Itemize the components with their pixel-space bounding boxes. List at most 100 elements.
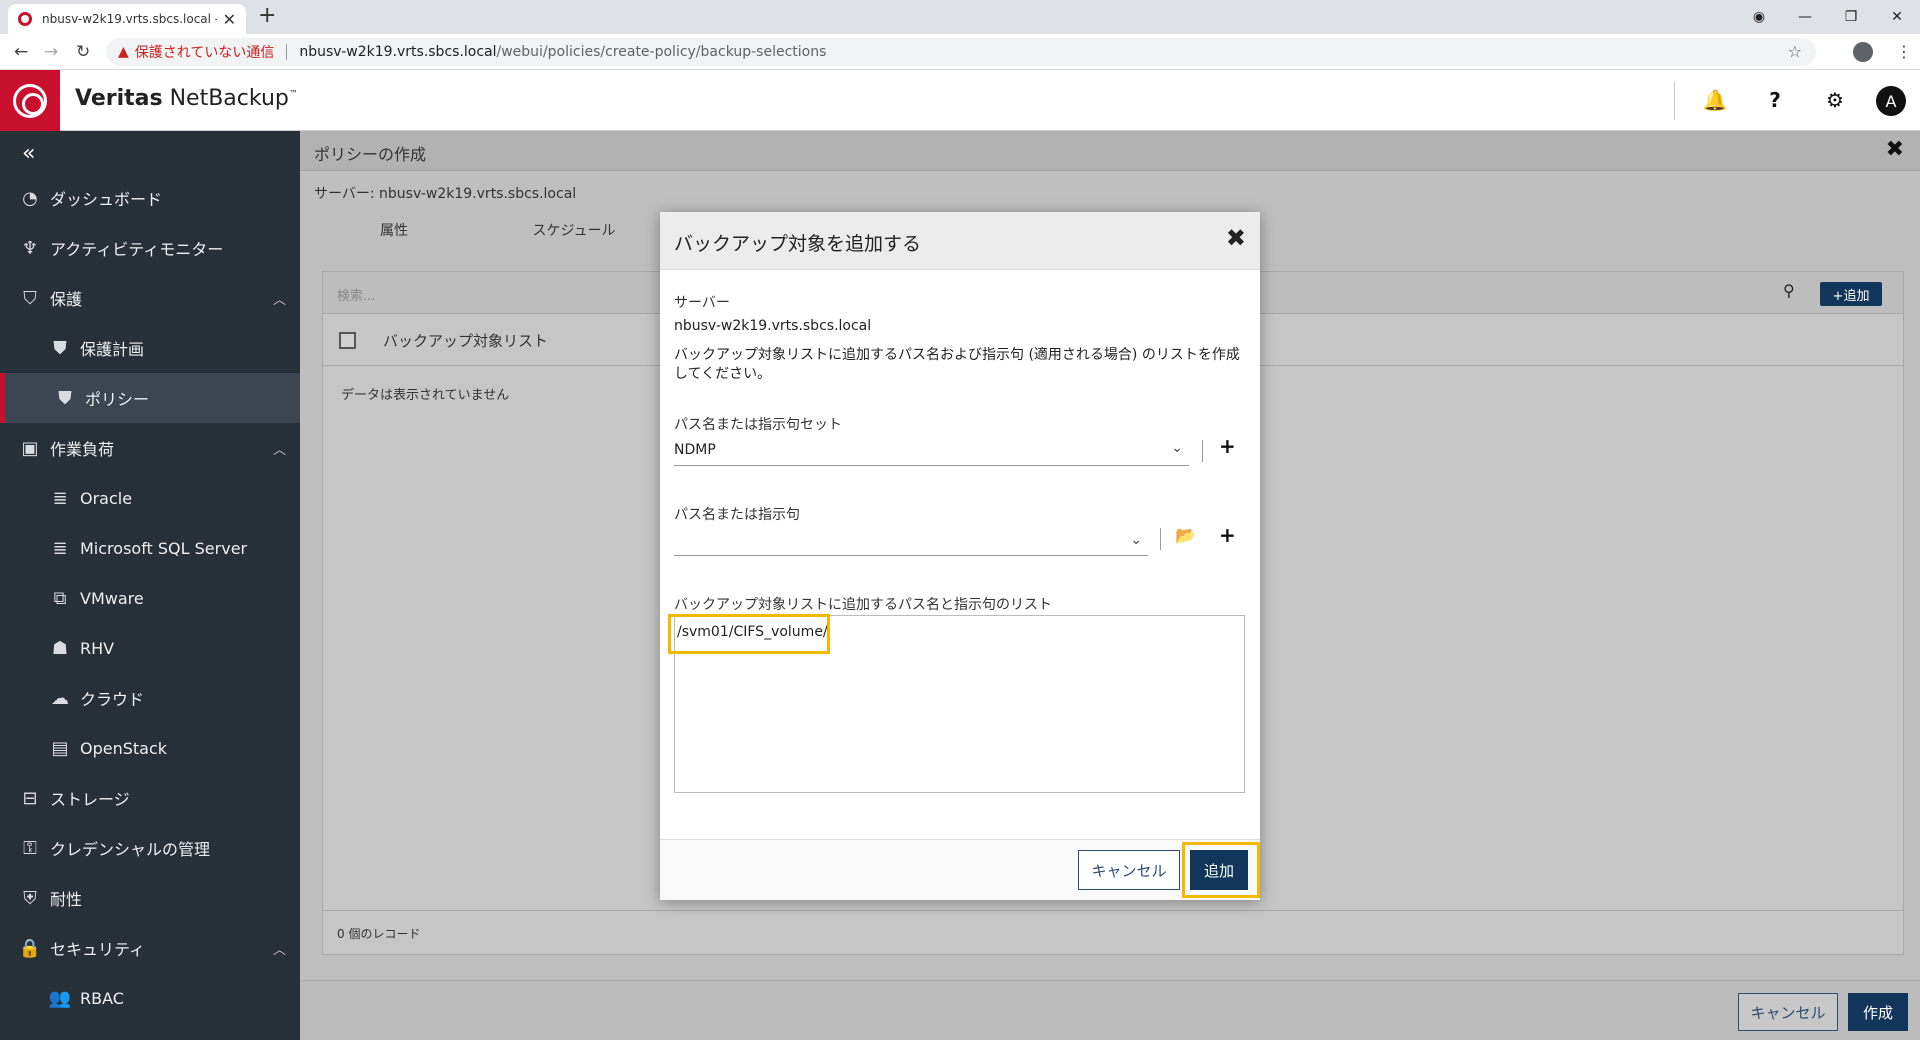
sidebar-item-cloud[interactable]: ☁ クラウド [0, 673, 300, 723]
chevron-up-icon: ︿ [272, 442, 286, 458]
sidebar-item-label: OpenStack [80, 738, 168, 758]
search-icon[interactable]: ⚲ [1783, 281, 1795, 300]
new-tab-button[interactable]: + [258, 3, 276, 28]
database-icon: ≣ [52, 487, 68, 509]
highlight-path-entry [668, 614, 830, 654]
sidebar-item-label: ポリシー [85, 390, 150, 409]
card-footer: 0 個のレコード [323, 910, 1903, 954]
sidebar-item-credentials[interactable]: ⚿ クレデンシャルの管理 [0, 823, 300, 873]
insecure-label[interactable]: 保護されていない通信 [135, 42, 275, 62]
server-line: サーバー: nbusv-w2k19.vrts.sbcs.local [314, 183, 576, 203]
sidebar-item-vmware[interactable]: ⧉ VMware [0, 573, 300, 623]
sidebar-item-policies[interactable]: ⛊ ポリシー [0, 373, 300, 423]
collapse-sidebar-icon[interactable]: « [22, 141, 35, 166]
search-input[interactable]: 検索... [337, 285, 375, 304]
close-tab-icon[interactable]: ✕ [223, 10, 236, 29]
sidebar-item-label: ダッシュボード [50, 190, 163, 209]
warning-triangle-icon: ▲ [118, 44, 129, 60]
directive-select[interactable]: ⌄ [674, 526, 1148, 556]
sidebar-item-dashboard[interactable]: ◔ ダッシュボード [0, 173, 300, 223]
sidebar-item-rhv[interactable]: ☗ RHV [0, 623, 300, 673]
add-selection-button[interactable]: +追加 [1820, 282, 1882, 306]
url-input[interactable]: ▲ 保護されていない通信 nbusv-w2k19.vrts.sbcs.local… [106, 38, 1816, 66]
back-arrow-icon[interactable]: ← [14, 42, 28, 62]
dialog-header: バックアップ対象を追加する ✖ [660, 212, 1260, 270]
dialog-cancel-button[interactable]: キャンセル [1078, 850, 1180, 890]
bell-icon[interactable]: 🔔 [1702, 88, 1728, 112]
gear-icon[interactable]: ⚙ [1822, 88, 1848, 112]
help-icon[interactable]: ? [1762, 88, 1788, 112]
sidebar-item-security[interactable]: 🔒 セキュリティ ︿ [0, 923, 300, 973]
sidebar-item-label: クラウド [80, 690, 145, 709]
browser-menu-icon[interactable]: ⋮ [1896, 42, 1912, 61]
briefcase-icon: ▣ [21, 437, 39, 459]
shield-icon: ⛉ [23, 287, 37, 309]
server-name: nbusv-w2k19.vrts.sbcs.local [379, 186, 577, 202]
browser-tabbar: nbusv-w2k19.vrts.sbcs.local - Net ✕ + ◉ … [0, 0, 1920, 34]
page-cancel-button[interactable]: キャンセル [1738, 993, 1838, 1031]
sidebar-item-mssql[interactable]: ≣ Microsoft SQL Server [0, 523, 300, 573]
select-all-checkbox[interactable] [339, 332, 356, 349]
browser-address-bar: ← → ↻ ▲ 保護されていない通信 nbusv-w2k19.vrts.sbcs… [0, 34, 1920, 70]
sidebar-item-label: クレデンシャルの管理 [50, 840, 211, 859]
add-directive-icon[interactable]: + [1219, 523, 1236, 547]
sidebar-item-oracle[interactable]: ≣ Oracle [0, 473, 300, 523]
sidebar-item-label: ストレージ [50, 790, 130, 809]
user-avatar[interactable]: A [1876, 86, 1906, 116]
tab-schedules[interactable]: スケジュール [532, 223, 615, 239]
sidebar-item-activity-monitor[interactable]: ♆ アクティビティモニター [0, 223, 300, 273]
close-dialog-icon[interactable]: ✖ [1226, 224, 1246, 252]
restore-window-icon[interactable]: ❐ [1828, 0, 1874, 34]
sidebar-item-label: 耐性 [50, 890, 83, 909]
close-window-icon[interactable]: ✕ [1874, 0, 1920, 34]
resilience-icon: ⛨ [23, 887, 37, 909]
reload-icon[interactable]: ↻ [76, 42, 90, 62]
directive-label: パス名または指示句 [674, 507, 800, 523]
directive-set-select[interactable]: NDMP ⌄ [674, 436, 1189, 466]
browser-tab-title: nbusv-w2k19.vrts.sbcs.local - Net [42, 12, 217, 26]
add-directive-set-icon[interactable]: + [1219, 434, 1236, 458]
directive-set-divider [1202, 440, 1203, 462]
database-icon: ≣ [52, 537, 68, 559]
shield-check-icon: ⛊ [53, 337, 67, 359]
bookmark-star-icon[interactable]: ☆ [1788, 42, 1802, 61]
profile-dropdown-icon[interactable]: ◉ [1736, 0, 1782, 34]
sidebar: « ◔ ダッシュボード ♆ アクティビティモニター ⛉ 保護 ︿ ⛊ 保護計画 ⛊ ポリシー… [0, 131, 300, 1040]
page-action-bar: キャンセル 作成 [300, 980, 1920, 1040]
directive-set-value: NDMP [674, 442, 716, 458]
url-text: nbusv-w2k19.vrts.sbcs.local/webui/polici… [299, 44, 826, 60]
browser-tab[interactable]: nbusv-w2k19.vrts.sbcs.local - Net ✕ [8, 4, 246, 34]
app-header: Veritas NetBackup™ 🔔 ? ⚙ A [0, 70, 1920, 131]
sidebar-item-protection-plans[interactable]: ⛊ 保護計画 [0, 323, 300, 373]
close-page-icon[interactable]: ✖ [1886, 137, 1904, 162]
dialog-footer: キャンセル 追加 [660, 839, 1260, 900]
sidebar-item-rbac[interactable]: 👥 RBAC [0, 973, 300, 1023]
veritas-logo[interactable] [0, 70, 60, 131]
list-header-label: バックアップ対象リスト [383, 332, 549, 350]
brand-product: NetBackup [162, 86, 289, 111]
browser-profile-icon[interactable] [1853, 42, 1873, 62]
add-backup-selection-dialog: バックアップ対象を追加する ✖ サーバー nbusv-w2k19.vrts.sb… [660, 212, 1260, 900]
forward-arrow-icon[interactable]: → [44, 42, 58, 62]
sidebar-item-openstack[interactable]: ▤ OpenStack [0, 723, 300, 773]
lock-icon: 🔒 [18, 937, 42, 959]
no-data-message: データは表示されていません [341, 388, 510, 403]
tab-attributes[interactable]: 属性 [380, 223, 408, 239]
create-button[interactable]: 作成 [1848, 993, 1908, 1031]
url-host: nbusv-w2k19.vrts.sbcs.local [299, 44, 497, 60]
minimize-window-icon[interactable]: — [1782, 0, 1828, 34]
sidebar-item-label: RHV [80, 638, 115, 658]
vmware-icon: ⧉ [53, 587, 67, 609]
sidebar-item-label: 作業負荷 [50, 440, 115, 459]
dialog-server-value: nbusv-w2k19.vrts.sbcs.local [674, 318, 872, 334]
folder-open-icon[interactable]: 📂 [1175, 526, 1196, 546]
sidebar-item-storage[interactable]: ⊟ ストレージ [0, 773, 300, 823]
sidebar-item-label: Oracle [80, 488, 133, 508]
rhv-icon: ☗ [51, 637, 69, 659]
highlight-add-button [1182, 842, 1260, 898]
sidebar-item-workloads[interactable]: ▣ 作業負荷 ︿ [0, 423, 300, 473]
sidebar-item-resilience[interactable]: ⛨ 耐性 [0, 873, 300, 923]
sidebar-item-label: Microsoft SQL Server [80, 538, 248, 558]
openstack-icon: ▤ [51, 737, 69, 759]
sidebar-item-protection[interactable]: ⛉ 保護 ︿ [0, 273, 300, 323]
